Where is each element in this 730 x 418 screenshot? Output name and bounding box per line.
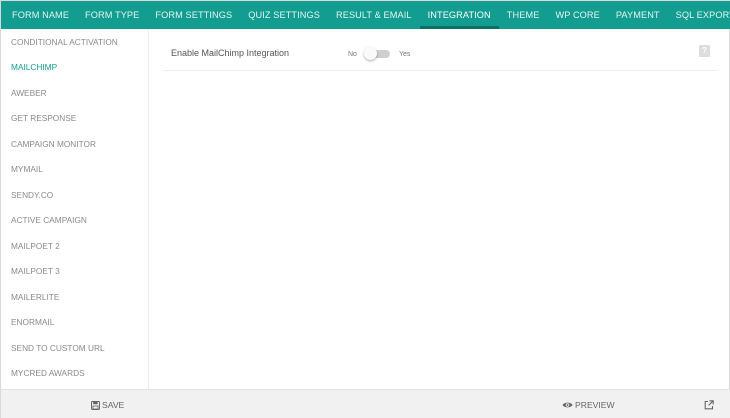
sidebar-item-enormail[interactable]: ENORMAIL xyxy=(1,310,148,336)
tab-sql-export[interactable]: SQL EXPORT xyxy=(668,1,730,29)
sidebar-item-conditional-activation[interactable]: CONDITIONAL ACTIVATION xyxy=(1,29,148,55)
floppy-disk-icon xyxy=(91,400,100,410)
sidebar-item-active-campaign[interactable]: ACTIVE CAMPAIGN xyxy=(1,208,148,234)
integration-sidebar: CONDITIONAL ACTIVATION MAILCHIMP AWEBER … xyxy=(1,29,149,389)
eye-icon xyxy=(562,402,573,408)
enable-mailchimp-label: Enable MailChimp Integration xyxy=(171,48,290,58)
preview-label: PREVIEW xyxy=(575,400,615,410)
sidebar-item-get-response[interactable]: GET RESPONSE xyxy=(1,106,148,132)
save-label: SAVE xyxy=(102,400,125,410)
sidebar-item-mailpoet-2[interactable]: MAILPOET 2 xyxy=(1,233,148,259)
tab-integration[interactable]: INTEGRATION xyxy=(419,1,500,29)
tab-wp-core[interactable]: WP CORE xyxy=(547,1,607,29)
question-icon[interactable]: ? xyxy=(699,45,710,57)
preview-button[interactable]: PREVIEW xyxy=(562,390,615,418)
sidebar-item-send-to-custom-url[interactable]: SEND TO CUSTOM URL xyxy=(1,335,148,361)
mailchimp-enable-row: Enable MailChimp Integration No Yes ? xyxy=(163,41,718,71)
save-button[interactable]: SAVE xyxy=(91,390,124,418)
tab-result-email[interactable]: RESULT & EMAIL xyxy=(328,1,420,29)
enable-mailchimp-toggle-group: No Yes xyxy=(348,47,411,60)
tab-form-type[interactable]: FORM TYPE xyxy=(77,1,147,29)
toggle-on-label: Yes xyxy=(398,50,411,58)
sidebar-item-mailerlite[interactable]: MAILERLITE xyxy=(1,284,148,310)
tab-quiz-settings[interactable]: QUIZ SETTINGS xyxy=(240,1,328,29)
sidebar-item-aweber[interactable]: AWEBER xyxy=(1,80,148,106)
form-builder-panel: FORM NAME FORM TYPE FORM SETTINGS QUIZ S… xyxy=(0,0,730,418)
tab-theme[interactable]: THEME xyxy=(499,1,548,29)
toggle-off-label: No xyxy=(348,50,357,58)
sidebar-item-sendy[interactable]: SENDY.CO xyxy=(1,182,148,208)
sidebar-item-mycred-awards[interactable]: MYCRED AWARDS xyxy=(1,361,148,387)
enable-mailchimp-toggle[interactable] xyxy=(363,47,390,60)
open-external-button[interactable] xyxy=(704,390,716,418)
top-navigation-tabs: FORM NAME FORM TYPE FORM SETTINGS QUIZ S… xyxy=(1,1,730,29)
sidebar-item-mailpoet-3[interactable]: MAILPOET 3 xyxy=(1,259,148,285)
sidebar-item-mailchimp[interactable]: MAILCHIMP xyxy=(1,55,148,81)
sidebar-item-mymail[interactable]: MYMAIL xyxy=(1,157,148,183)
external-link-icon xyxy=(704,400,714,410)
tab-payment[interactable]: PAYMENT xyxy=(608,1,668,29)
action-footer: SAVE PREVIEW xyxy=(1,389,730,418)
tab-form-name[interactable]: FORM NAME xyxy=(4,1,77,29)
integration-settings-panel: Enable MailChimp Integration No Yes ? xyxy=(149,29,730,389)
toggle-knob[interactable] xyxy=(363,47,377,60)
sidebar-item-campaign-monitor[interactable]: CAMPAIGN MONITOR xyxy=(1,131,148,157)
tab-form-settings[interactable]: FORM SETTINGS xyxy=(147,1,240,29)
